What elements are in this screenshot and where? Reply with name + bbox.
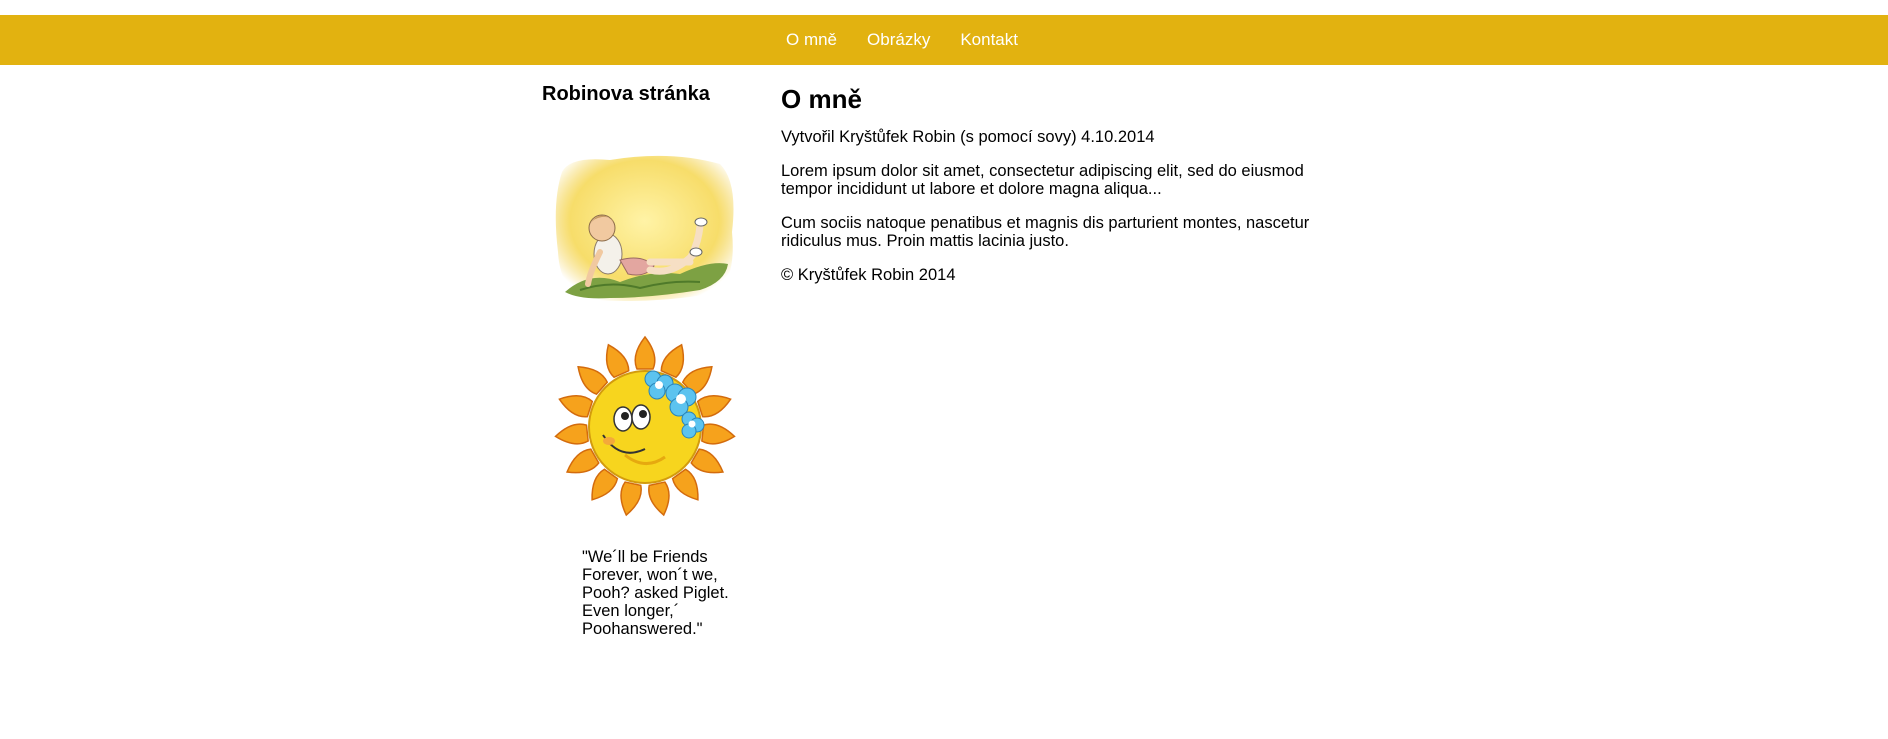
lorem-paragraph: Lorem ipsum dolor sit amet, consectetur … [781, 162, 1304, 198]
page: O mně Obrázky Kontakt Robinova stránka "… [0, 0, 1888, 739]
created-by-text: Vytvořil Kryštůfek Robin (s pomocí sovy)… [781, 128, 1155, 146]
nav-item-kontakt: Kontakt [960, 26, 1048, 54]
nav-link-obrazky[interactable]: Obrázky [867, 26, 930, 54]
nav-link-kontakt[interactable]: Kontakt [960, 26, 1018, 54]
sidebar: Robinova stránka "We´ll be Friends Forev… [542, 82, 742, 638]
page-heading: O mně [781, 84, 862, 114]
top-navigation-bar: O mně Obrázky Kontakt [0, 15, 1888, 65]
nav-link-o-mne[interactable]: O mně [786, 26, 837, 54]
nav-menu: O mně Obrázky Kontakt [786, 15, 1048, 65]
site-title: Robinova stránka [542, 83, 710, 105]
main-content: O mně Vytvořil Kryštůfek Robin (s pomocí… [781, 84, 1341, 300]
friendship-quote: "We´ll be Friends Forever, won´t we, Poo… [582, 548, 729, 638]
cum-sociis-paragraph: Cum sociis natoque penatibus et magnis d… [781, 214, 1310, 250]
copyright-text: © Kryštůfek Robin 2014 [781, 266, 956, 284]
smiling-sun-image [554, 335, 736, 517]
boy-lying-in-grass-image [555, 155, 734, 301]
nav-item-o-mne: O mně [786, 26, 867, 54]
nav-item-obrazky: Obrázky [867, 26, 960, 54]
